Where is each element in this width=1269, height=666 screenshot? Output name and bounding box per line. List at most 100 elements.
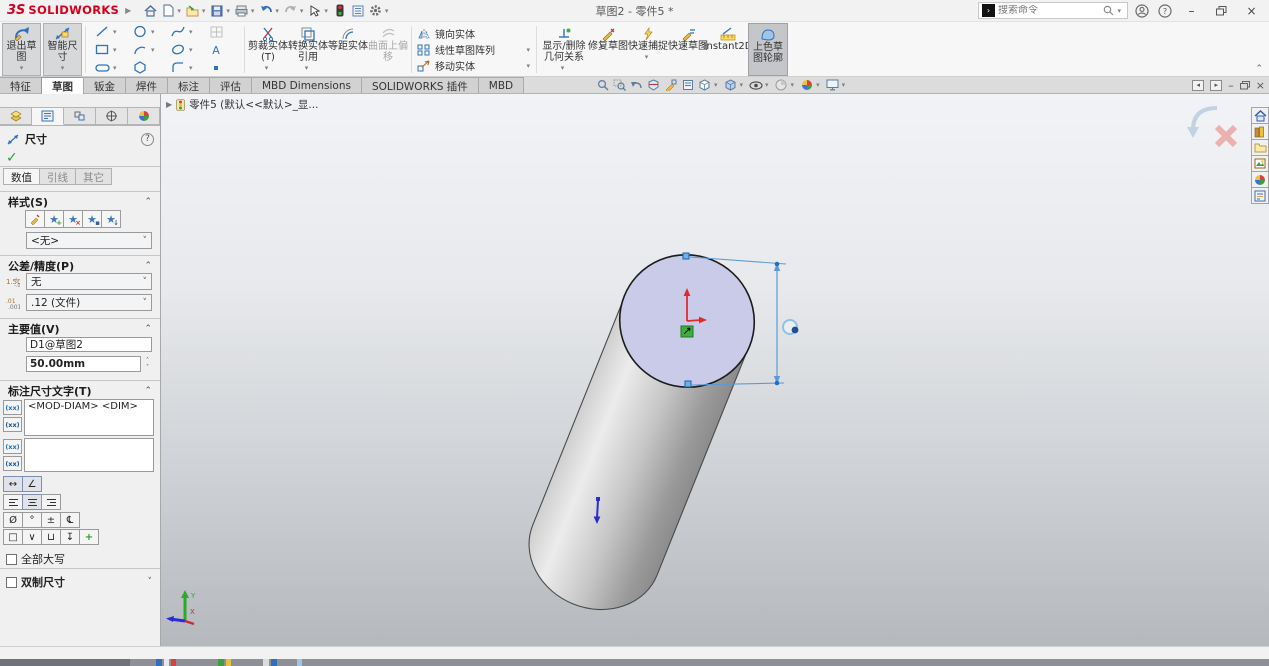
style-collapse-chevron[interactable]: ⌃: [144, 197, 152, 207]
doc-minimize-button[interactable]: –: [1228, 79, 1234, 92]
zoom-to-area-icon[interactable]: [612, 78, 627, 93]
move-entities-caret[interactable]: ▾: [526, 62, 530, 70]
dual-text-solid-icon[interactable]: (xx): [3, 456, 22, 471]
view-settings-icon[interactable]: [825, 78, 840, 93]
file-explorer-icon[interactable]: [1251, 139, 1269, 156]
slot-tool-caret[interactable]: ▾: [113, 64, 117, 72]
instant2d-button[interactable]: Instant2D: [708, 23, 748, 76]
tab-weldments[interactable]: 焊件: [125, 77, 168, 93]
hide-show-caret[interactable]: ▾: [765, 81, 769, 89]
options-gear-caret[interactable]: ▾: [385, 7, 389, 15]
sketch-annotation-icon[interactable]: [663, 78, 678, 93]
square-symbol-button[interactable]: □: [3, 529, 23, 545]
close-button[interactable]: ×: [1239, 1, 1264, 20]
scene-3d[interactable]: [161, 94, 1269, 646]
view-settings-caret[interactable]: ▾: [842, 81, 846, 89]
view-orientation-caret[interactable]: ▾: [714, 81, 718, 89]
dual-dimension-text-area[interactable]: [24, 438, 154, 472]
tab-mbd-dimensions[interactable]: MBD Dimensions: [251, 77, 362, 93]
add-style-button[interactable]: ★+: [44, 210, 64, 228]
arc-tool-caret[interactable]: ▾: [151, 46, 155, 54]
fillet-tool-icon[interactable]: [169, 59, 187, 77]
rectangle-tool-caret[interactable]: ▾: [113, 46, 117, 54]
feature-manager-tab[interactable]: [0, 107, 32, 125]
property-manager-tab[interactable]: [32, 107, 64, 125]
dimension-name-input[interactable]: [26, 337, 152, 352]
spline-tool-caret[interactable]: ▾: [189, 28, 193, 36]
appearances-scenes-icon[interactable]: [1251, 171, 1269, 188]
tab-sketch[interactable]: 草图: [41, 77, 84, 94]
select-cursor-caret[interactable]: ▾: [324, 7, 328, 15]
all-caps-checkbox[interactable]: [6, 554, 17, 565]
counterbore-symbol-button[interactable]: ⊔: [41, 529, 61, 545]
view-selector-icon[interactable]: [680, 78, 695, 93]
linear-pattern-caret[interactable]: ▾: [526, 46, 530, 54]
dual-dim-chevron[interactable]: ˅: [148, 577, 153, 587]
ok-button[interactable]: ✓: [6, 150, 18, 166]
solidworks-resources-icon[interactable]: [1251, 107, 1269, 124]
redo-caret[interactable]: ▾: [300, 7, 304, 15]
tab-leaders[interactable]: 引线: [39, 168, 76, 185]
quick-snaps-caret[interactable]: ▾: [645, 52, 649, 63]
style-dropdown[interactable]: <无>˅: [26, 232, 152, 249]
search-icon[interactable]: [1103, 5, 1114, 16]
trim-entities-button[interactable]: 剪裁实体(T) ▾: [248, 23, 288, 76]
home-icon[interactable]: [141, 2, 159, 20]
linear-sketch-pattern-button[interactable]: 线性草图阵列 ▾: [415, 42, 533, 57]
tab-mbd[interactable]: MBD: [478, 77, 524, 93]
previous-view-icon[interactable]: [629, 78, 644, 93]
new-document-caret[interactable]: ▾: [177, 7, 181, 15]
edit-appearance-icon[interactable]: [774, 78, 789, 93]
dimtext-collapse-chevron[interactable]: ⌃: [144, 386, 152, 396]
plus-minus-symbol-button[interactable]: ±: [41, 512, 61, 528]
primary-collapse-chevron[interactable]: ⌃: [144, 324, 152, 334]
arc-tool-icon[interactable]: [131, 41, 149, 59]
menu-expand-icon[interactable]: ▶: [125, 6, 131, 15]
horizontal-text-button[interactable]: ↔: [3, 476, 23, 492]
more-symbols-button[interactable]: +: [79, 529, 99, 545]
pane-split-left-icon[interactable]: ◂: [1192, 80, 1204, 91]
tab-solidworks-addins[interactable]: SOLIDWORKS 插件: [361, 77, 479, 93]
apply-scene-caret[interactable]: ▾: [816, 81, 820, 89]
ribbon-collapse-chevron[interactable]: ⌃: [1255, 64, 1263, 74]
tolerance-collapse-chevron[interactable]: ⌃: [144, 261, 152, 271]
cancel-sketch-corner-icon[interactable]: [1217, 127, 1235, 145]
circle-tool-caret[interactable]: ▾: [151, 28, 155, 36]
new-document-icon[interactable]: [159, 2, 177, 20]
task-list-icon[interactable]: [349, 2, 367, 20]
precision-dropdown[interactable]: .12 (文件)˅: [26, 294, 152, 311]
search-caret[interactable]: ▾: [1117, 7, 1121, 15]
hide-show-items-icon[interactable]: [748, 78, 763, 93]
dual-dimension-checkbox[interactable]: [6, 577, 17, 588]
dimension-value-input[interactable]: [26, 356, 141, 372]
diameter-symbol-button[interactable]: Ø: [3, 512, 23, 528]
exit-sketch-button[interactable]: 退出草图 ▾: [2, 23, 41, 76]
align-right-button[interactable]: [41, 494, 61, 510]
apply-default-attributes-button[interactable]: [25, 210, 45, 228]
save-style-button[interactable]: ★▪: [82, 210, 102, 228]
apply-scene-icon[interactable]: [799, 78, 814, 93]
tab-other[interactable]: 其它: [75, 168, 112, 185]
tab-annotations[interactable]: 标注: [167, 77, 210, 93]
value-spinner[interactable]: ˄˅: [142, 356, 153, 372]
display-manager-tab[interactable]: [128, 107, 160, 125]
print-icon[interactable]: [233, 2, 251, 20]
align-left-button[interactable]: [3, 494, 23, 510]
edit-appearance-caret[interactable]: ▾: [791, 81, 795, 89]
dimxpert-manager-tab[interactable]: [96, 107, 128, 125]
restore-button[interactable]: [1209, 1, 1234, 20]
circle-tool-icon[interactable]: [131, 23, 149, 41]
help-icon[interactable]: ?: [1156, 2, 1174, 20]
graphics-viewport[interactable]: ▶ 零件5 (默认<<默认>_显...: [161, 94, 1269, 646]
relations-caret[interactable]: ▾: [561, 63, 565, 74]
slot-tool-icon[interactable]: [93, 59, 111, 77]
dual-text-inline-icon[interactable]: (xx): [3, 439, 22, 454]
exit-sketch-caret[interactable]: ▾: [20, 63, 24, 74]
trim-entities-caret[interactable]: ▾: [265, 63, 269, 74]
align-center-button[interactable]: [22, 494, 42, 510]
doc-close-button[interactable]: ×: [1256, 79, 1265, 92]
doc-restore-button[interactable]: [1240, 81, 1250, 90]
line-tool-caret[interactable]: ▾: [113, 28, 117, 36]
undo-icon[interactable]: [257, 2, 275, 20]
view-orientation-icon[interactable]: [697, 78, 712, 93]
